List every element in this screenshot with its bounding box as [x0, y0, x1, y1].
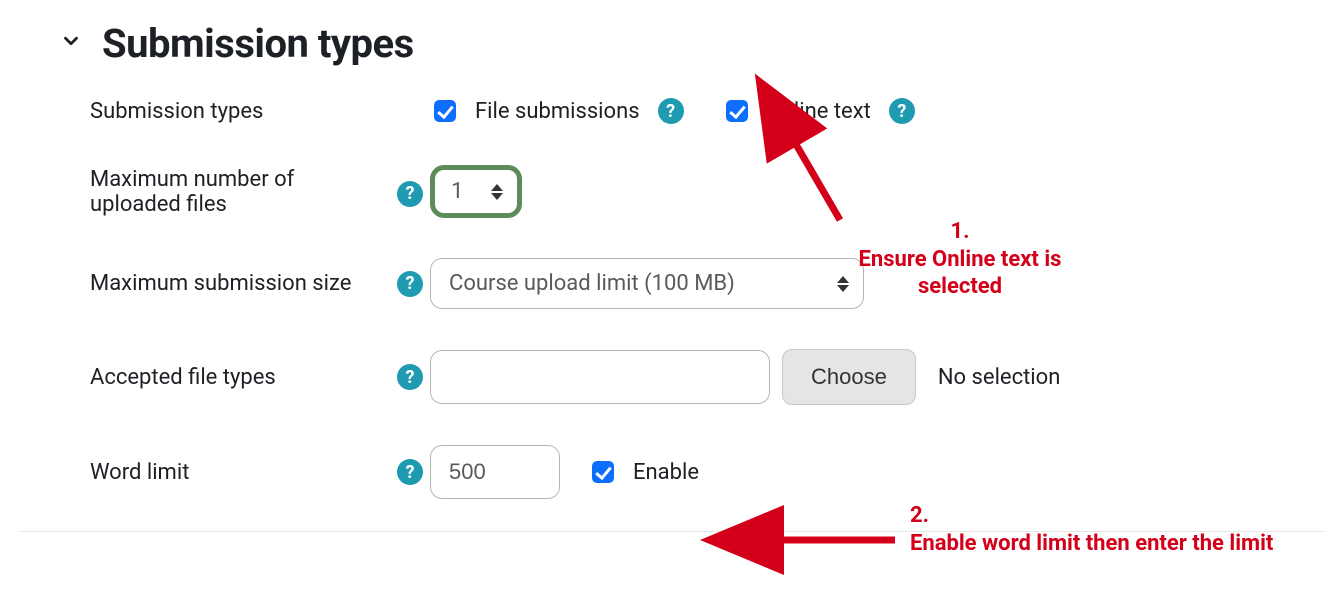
label-file-submissions: File submissions [475, 99, 640, 124]
annotation-2: 2. Enable word limit then enter the limi… [910, 502, 1310, 557]
label-enable: Enable [633, 460, 699, 485]
label-accepted-types: Accepted file types [90, 365, 276, 390]
label-max-size: Maximum submission size [90, 271, 351, 296]
annotation-1: 1. Ensure Online text is selected [830, 218, 1090, 301]
section-title: Submission types [102, 20, 414, 67]
checkbox-online-text[interactable] [726, 100, 748, 122]
select-caret-icon [491, 184, 503, 200]
label-max-files: Maximum number of uploaded files [90, 167, 350, 217]
help-icon[interactable]: ? [397, 271, 423, 297]
select-max-files-value: 1 [451, 179, 463, 204]
label-word-limit: Word limit [90, 460, 189, 485]
section-toggle[interactable]: Submission types [60, 20, 1284, 67]
label-submission-types: Submission types [90, 99, 263, 124]
select-max-size[interactable]: Course upload limit (100 MB) [430, 258, 864, 309]
help-icon[interactable]: ? [397, 181, 423, 207]
input-accepted-types[interactable] [430, 350, 770, 404]
checkbox-file-submissions[interactable] [434, 100, 456, 122]
help-icon[interactable]: ? [889, 98, 915, 124]
label-online-text: Online text [767, 99, 871, 124]
help-icon[interactable]: ? [397, 364, 423, 390]
select-max-files[interactable]: 1 [430, 165, 522, 218]
choose-button[interactable]: Choose [782, 349, 916, 405]
input-word-limit[interactable] [430, 445, 560, 499]
accepted-types-status: No selection [938, 365, 1061, 390]
help-icon[interactable]: ? [397, 459, 423, 485]
chevron-down-icon [60, 30, 82, 58]
help-icon[interactable]: ? [658, 98, 684, 124]
checkbox-enable-word-limit[interactable] [592, 461, 614, 483]
select-max-size-value: Course upload limit (100 MB) [449, 271, 735, 296]
